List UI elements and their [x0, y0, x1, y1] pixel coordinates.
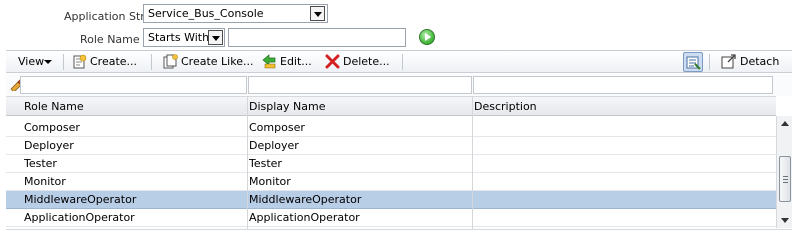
display-name-cell: MiddlewareOperator [249, 193, 362, 206]
toolbar: View Create... Create Like... Edit... De… [6, 50, 792, 73]
application-stripe-select[interactable]: Service_Bus_Console [143, 4, 328, 23]
display-name-cell: ApplicationOperator [249, 211, 360, 224]
role-name-match-select[interactable]: Starts With [143, 28, 225, 47]
table-row[interactable]: MiddlewareOperator MiddlewareOperator [6, 191, 776, 209]
table-row[interactable]: ApplicationOperator ApplicationOperator [6, 209, 776, 227]
role-name-cell: Monitor [24, 175, 66, 188]
scroll-down-icon[interactable] [781, 218, 789, 223]
display-name-filter-input[interactable] [248, 76, 472, 94]
table-row[interactable]: Deployer Deployer [6, 137, 776, 155]
edit-icon[interactable] [262, 54, 277, 69]
search-go-button[interactable] [419, 29, 435, 45]
toolbar-separator [63, 54, 64, 70]
create-like-icon[interactable] [163, 54, 178, 69]
edit-button[interactable]: Edit... [280, 55, 312, 68]
role-name-label: Role Name [80, 33, 140, 46]
detach-icon[interactable] [721, 54, 736, 69]
table-bottom-border [6, 229, 792, 230]
table-row[interactable]: Composer Composer [6, 119, 776, 137]
column-header-description[interactable]: Description [474, 100, 537, 113]
vertical-scrollbar[interactable] [776, 116, 792, 228]
table-header: Role Name Display Name Description [6, 96, 776, 116]
role-name-cell: Composer [24, 121, 80, 134]
role-name-cell: Tester [24, 157, 57, 170]
create-like-button[interactable]: Create Like... [181, 55, 253, 68]
view-menu-label[interactable]: View [18, 55, 44, 68]
display-name-cell: Tester [249, 157, 282, 170]
delete-button[interactable]: Delete... [343, 55, 390, 68]
grip-line [783, 182, 788, 183]
display-name-cell: Composer [249, 121, 305, 134]
role-name-input[interactable] [228, 28, 406, 47]
chevron-down-icon[interactable] [208, 30, 223, 45]
application-stripe-value: Service_Bus_Console [148, 7, 264, 20]
role-name-cell: ApplicationOperator [24, 211, 135, 224]
column-divider [472, 96, 473, 229]
scrollbar-thumb[interactable] [779, 156, 791, 202]
delete-icon[interactable] [325, 54, 340, 69]
filter-icon [686, 56, 701, 70]
toolbar-separator [402, 54, 403, 70]
toolbar-separator [151, 54, 152, 70]
role-name-match-value: Starts With [148, 31, 210, 44]
display-name-cell: Monitor [249, 175, 291, 188]
scroll-up-icon[interactable] [781, 121, 789, 126]
display-name-cell: Deployer [249, 139, 299, 152]
role-name-filter-input[interactable] [20, 76, 247, 94]
role-name-cell: Deployer [24, 139, 74, 152]
grip-line [783, 179, 788, 180]
role-name-cell: MiddlewareOperator [24, 193, 137, 206]
chevron-down-icon[interactable] [310, 6, 325, 21]
detach-button[interactable]: Detach [740, 55, 779, 68]
column-header-display-name[interactable]: Display Name [249, 100, 326, 113]
create-button[interactable]: Create... [90, 55, 137, 68]
create-icon[interactable] [72, 54, 87, 69]
column-divider [247, 96, 248, 229]
table-row[interactable]: Monitor Monitor [6, 173, 776, 191]
table-row[interactable]: Tester Tester [6, 155, 776, 173]
view-menu-chevron-icon[interactable] [44, 60, 52, 64]
query-by-example-row [6, 74, 792, 96]
toolbar-separator [709, 54, 710, 70]
grip-line [783, 176, 788, 177]
description-filter-input[interactable] [473, 76, 773, 94]
query-by-example-toggle[interactable] [683, 52, 703, 72]
column-header-role-name[interactable]: Role Name [24, 100, 84, 113]
